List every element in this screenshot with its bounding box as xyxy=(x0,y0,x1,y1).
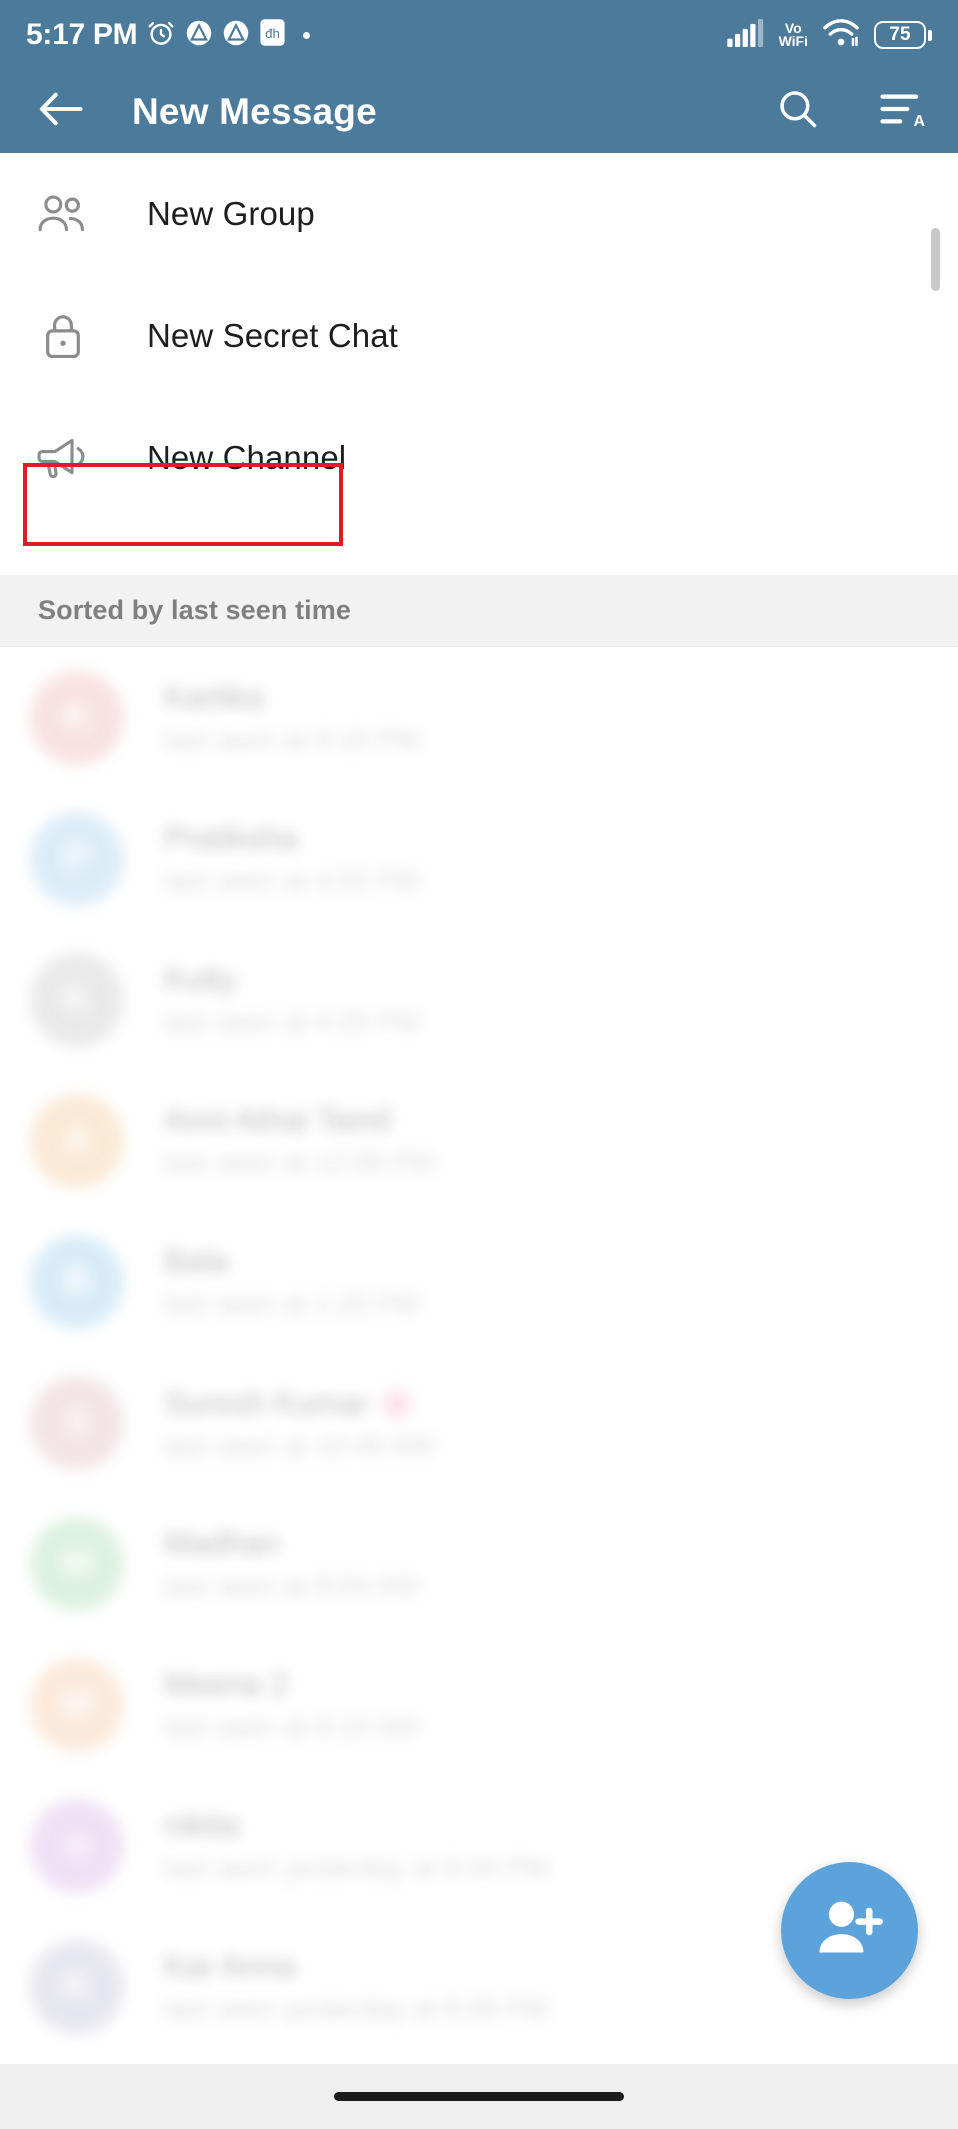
search-button[interactable] xyxy=(770,84,826,140)
contact-last-seen: last seen yesterday at 9:35 PM xyxy=(164,1993,549,2024)
contact-text: Suresh Kumar 🌸 last seen at 10:45 AM xyxy=(164,1384,433,1462)
avatar: B xyxy=(30,1234,124,1329)
contact-name: Kar Anna xyxy=(164,1948,296,1984)
contact-last-seen: last seen at 12:08 PM xyxy=(164,1147,435,1178)
contact-name: Bala xyxy=(164,1243,229,1279)
app-badge-a-icon xyxy=(222,19,250,52)
avatar: n xyxy=(30,1798,124,1893)
wifi-icon xyxy=(822,18,860,53)
contacts-list[interactable]: K Kartika last seen at 5:15 PM P Pratiksha la… xyxy=(0,647,958,2064)
contact-name: Anni Athai Tamil xyxy=(164,1102,392,1138)
svg-text:đh: đh xyxy=(265,26,280,41)
avatar: P xyxy=(30,811,124,906)
add-contact-fab[interactable] xyxy=(781,1862,918,1999)
contact-list-item[interactable]: VVigneshlast seen yesterday at 8:12 PM xyxy=(0,2057,958,2064)
search-icon xyxy=(776,87,820,136)
new-message-options-list: New Group New Secret Chat New Channel xyxy=(0,153,958,519)
contact-list-item[interactable]: M Madhan last seen at 9:04 AM xyxy=(0,1493,958,1634)
battery-level-text: 75 xyxy=(874,21,926,49)
contact-text: Meena 2 last seen at 6:14 AM xyxy=(164,1666,418,1743)
avatar: K xyxy=(30,952,124,1047)
contact-list-item[interactable]: K Kutty last seen at 4:25 PM xyxy=(0,929,958,1070)
contact-last-seen: last seen at 6:14 AM xyxy=(164,1711,418,1742)
avatar: K xyxy=(30,1939,124,2034)
contact-list-item[interactable]: K Kartika last seen at 5:15 PM xyxy=(0,647,958,788)
page-title: New Message xyxy=(132,90,377,132)
contact-last-seen: last seen at 5:15 PM xyxy=(164,724,420,755)
back-arrow-icon xyxy=(38,88,84,135)
contact-last-seen: last seen at 1:20 PM xyxy=(164,1288,420,1319)
battery-cap-icon xyxy=(928,29,932,41)
contact-name: nikita xyxy=(164,1807,239,1843)
home-gesture-pill[interactable] xyxy=(334,2092,624,2101)
contact-name: Kutty xyxy=(164,961,237,997)
app-note-icon: đh xyxy=(259,18,286,52)
contact-list-item[interactable]: A Anni Athai Tamil last seen at 12:08 PM xyxy=(0,1070,958,1211)
contact-last-seen: last seen at 10:45 AM xyxy=(164,1429,434,1461)
contact-last-seen: last seen at 4:02 PM xyxy=(164,865,420,896)
avatar: A xyxy=(30,1093,124,1188)
cellular-signal-icon xyxy=(726,18,765,52)
toolbar-actions: A xyxy=(770,84,930,140)
group-people-icon xyxy=(36,192,90,236)
megaphone-icon xyxy=(36,435,90,481)
app-screen: 5:17 PM đh Vo WiFi 75 New Message A New … xyxy=(0,0,958,2129)
avatar: K xyxy=(30,670,124,765)
contacts-list-inner: K Kartika last seen at 5:15 PM P Pratiksha la… xyxy=(0,647,958,2064)
contact-last-seen: last seen at 4:25 PM xyxy=(164,1006,420,1037)
menu-item-new-group[interactable]: New Group xyxy=(0,153,958,275)
contact-list-item[interactable]: P Pratiksha last seen at 4:02 PM xyxy=(0,788,958,929)
lock-icon xyxy=(36,312,90,360)
alarm-clock-icon xyxy=(146,18,176,53)
app-badge-a-icon xyxy=(185,19,213,52)
contact-name: Kartika xyxy=(164,679,264,715)
contact-text: nikita last seen yesterday at 9:44 PM xyxy=(164,1807,548,1884)
status-bar: 5:17 PM đh Vo WiFi 75 xyxy=(0,0,958,70)
status-bar-left: 5:17 PM đh xyxy=(26,18,311,53)
dot-icon xyxy=(303,31,311,39)
add-person-icon xyxy=(814,1895,886,1966)
contact-list-item[interactable]: B Bala last seen at 1:20 PM xyxy=(0,1211,958,1352)
status-bar-right: Vo WiFi 75 xyxy=(726,18,932,53)
contact-text: Madhan last seen at 9:04 AM xyxy=(164,1525,418,1602)
menu-item-label: New Channel xyxy=(147,439,347,476)
wifi-label: WiFi xyxy=(778,33,808,49)
menu-item-label: New Group xyxy=(147,195,315,232)
app-toolbar: New Message A xyxy=(0,70,958,153)
contact-list-item[interactable]: M Meena 2 last seen at 6:14 AM xyxy=(0,1634,958,1775)
status-bar-clock: 5:17 PM xyxy=(26,18,138,51)
contact-text: Kar Anna last seen yesterday at 9:35 PM xyxy=(164,1948,548,2025)
avatar: M xyxy=(30,1516,124,1611)
contact-text: Kutty last seen at 4:25 PM xyxy=(164,961,419,1038)
contact-list-item[interactable]: S Suresh Kumar 🌸 last seen at 10:45 AM xyxy=(0,1352,958,1493)
contact-last-seen: last seen at 9:04 AM xyxy=(164,1570,418,1601)
contacts-section-header: Sorted by last seen time xyxy=(0,575,958,647)
vo-wifi-indicator: Vo WiFi xyxy=(778,21,808,49)
contact-text: Kartika last seen at 5:15 PM xyxy=(164,679,419,756)
contact-name: Pratiksha xyxy=(164,820,298,856)
sort-button[interactable]: A xyxy=(874,84,930,140)
menu-item-new-channel[interactable]: New Channel xyxy=(0,397,958,519)
battery-indicator: 75 xyxy=(874,21,932,49)
avatar: S xyxy=(30,1375,124,1470)
sort-alphabetical-icon: A xyxy=(879,88,926,135)
contact-text: Pratiksha last seen at 4:02 PM xyxy=(164,820,419,897)
contact-name: Madhan xyxy=(164,1525,280,1561)
menu-item-new-secret-chat[interactable]: New Secret Chat xyxy=(0,275,958,397)
avatar: M xyxy=(30,1657,124,1752)
vertical-scrollbar-thumb[interactable] xyxy=(931,228,940,291)
contact-text: Anni Athai Tamil last seen at 12:08 PM xyxy=(164,1102,435,1179)
contact-name: Suresh Kumar 🌸 xyxy=(164,1384,418,1421)
section-header-label: Sorted by last seen time xyxy=(38,595,352,625)
contact-text: Bala last seen at 1:20 PM xyxy=(164,1243,419,1320)
contact-last-seen: last seen yesterday at 9:44 PM xyxy=(164,1852,549,1883)
menu-item-label: New Secret Chat xyxy=(147,317,398,354)
system-navigation-bar xyxy=(0,2064,958,2129)
contact-name: Meena 2 xyxy=(164,1666,289,1702)
svg-text:A: A xyxy=(914,113,926,130)
back-button[interactable] xyxy=(30,81,92,143)
